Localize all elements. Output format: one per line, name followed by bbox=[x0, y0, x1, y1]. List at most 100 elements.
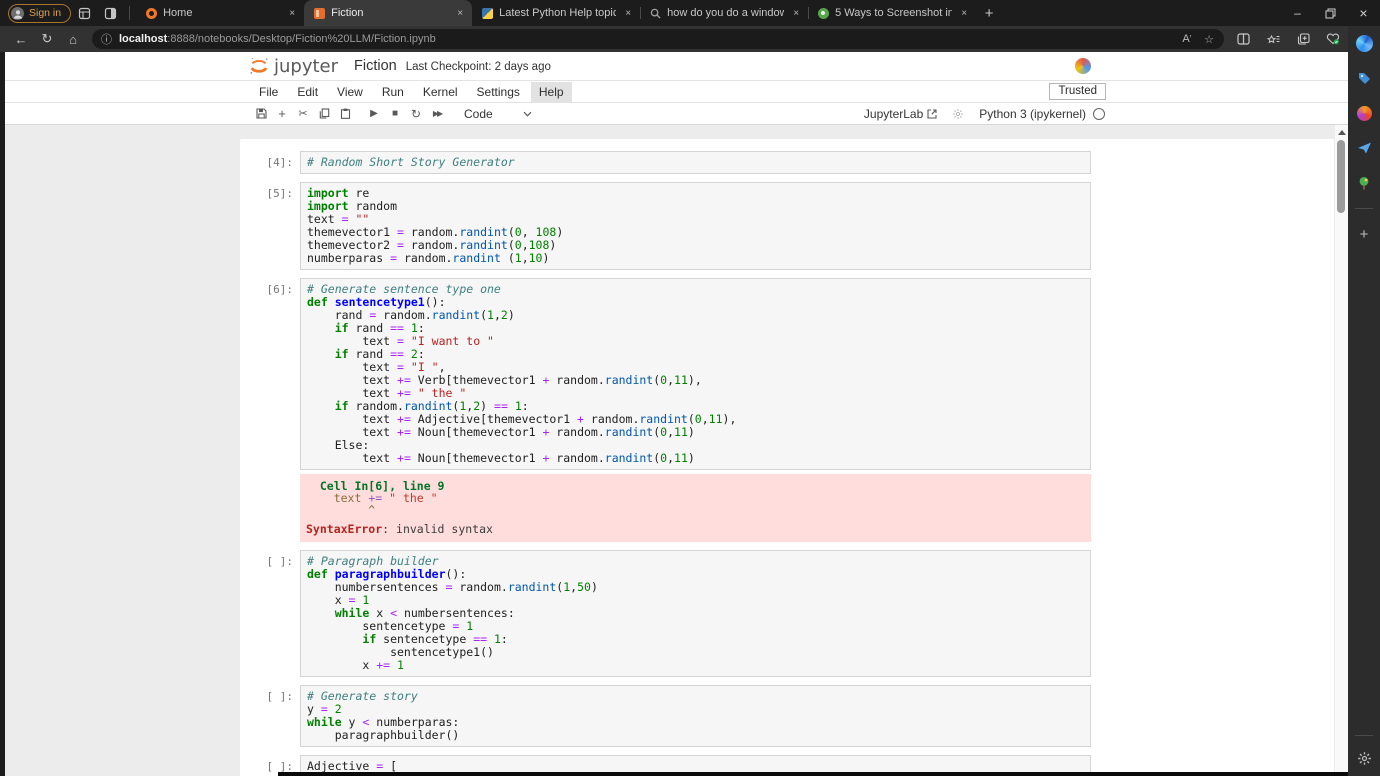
sidebar-divider bbox=[1355, 208, 1373, 209]
url-text[interactable]: localhost:8888/notebooks/Desktop/Fiction… bbox=[119, 33, 1176, 45]
browser-addressbar: ← ↻ ⌂ ⓘ localhost:8888/notebooks/Desktop… bbox=[0, 26, 1380, 52]
workspaces-icon[interactable] bbox=[72, 1, 96, 25]
cell-editor[interactable]: # Generate sentence type one def sentence… bbox=[300, 278, 1091, 470]
tab-label: Fiction bbox=[331, 7, 364, 19]
menu-help[interactable]: Help bbox=[530, 81, 572, 102]
add-cell-icon[interactable]: + bbox=[275, 106, 289, 122]
read-aloud-icon[interactable]: A bbox=[1176, 30, 1198, 48]
games-icon[interactable] bbox=[1354, 103, 1374, 123]
restart-run-all-icon[interactable]: ▶▶ bbox=[430, 106, 444, 122]
tab-label: Latest Python Help topics - Discu bbox=[499, 7, 617, 19]
tab-close-icon[interactable]: × bbox=[454, 8, 466, 19]
notebook-cell: [6]: # Generate sentence type one def sent… bbox=[240, 278, 1335, 470]
shopping-icon[interactable] bbox=[1354, 68, 1374, 88]
notebook-panel: [4]: # Random Short Story Generator [5]: im… bbox=[240, 139, 1335, 776]
cell-prompt: [ ]: bbox=[266, 690, 294, 703]
tab-app-green-icon bbox=[817, 7, 829, 19]
tab-close-icon[interactable]: × bbox=[790, 8, 802, 19]
code-line: # Random Short Story Generator bbox=[307, 155, 515, 169]
bottom-edge bbox=[278, 772, 1348, 776]
error-output: Cell In[6], line 9 text += " the " ^ Syn… bbox=[300, 474, 1091, 542]
code-line: text += Noun[themevector1 + random.randi… bbox=[307, 425, 695, 439]
jupyterlab-link[interactable]: JupyterLab bbox=[864, 107, 937, 121]
tab-how-do-you-do-a-windows-scre[interactable]: how do you do a windows screen × bbox=[640, 0, 808, 26]
favorites-bar-icon[interactable] bbox=[1260, 28, 1286, 50]
jupyter-page: jupyter Fiction Last Checkpoint: 2 days … bbox=[5, 52, 1348, 776]
code-line: paragraphbuilder() bbox=[307, 728, 460, 742]
trusted-button[interactable]: Trusted bbox=[1049, 83, 1106, 100]
cell-output: Cell In[6], line 9 text += " the " ^ Syn… bbox=[240, 474, 1335, 542]
new-tab-button[interactable]: + bbox=[976, 0, 1002, 26]
edge-sidebar: + bbox=[1348, 26, 1380, 776]
back-icon[interactable]: ← bbox=[8, 28, 34, 50]
favorite-star-icon[interactable]: ☆ bbox=[1198, 30, 1220, 48]
close-window-button[interactable]: × bbox=[1347, 0, 1380, 26]
chevron-down-icon[interactable] bbox=[523, 111, 532, 117]
tab-home[interactable]: Home × bbox=[136, 0, 304, 26]
tab-fiction[interactable]: Fiction × bbox=[304, 0, 473, 26]
jupyter-menubar: File Edit View Run Kernel Settings Help Trusted bbox=[5, 81, 1348, 103]
titlebar-divider bbox=[129, 6, 131, 20]
add-icon[interactable]: + bbox=[1354, 224, 1374, 244]
scroll-up-icon[interactable] bbox=[1338, 130, 1346, 135]
screen: Sign in Home × Fiction × Latest Python Help … bbox=[0, 0, 1380, 776]
menu-view[interactable]: View bbox=[329, 82, 371, 102]
browser-essentials-icon[interactable] bbox=[1320, 28, 1346, 50]
notebook-cell: [ ]: # Paragraph builder def paragraphbuil… bbox=[240, 550, 1335, 677]
tab-close-icon[interactable]: × bbox=[622, 8, 634, 19]
menu-edit[interactable]: Edit bbox=[289, 82, 326, 102]
menu-settings[interactable]: Settings bbox=[469, 82, 528, 102]
jupyterlab-label: JupyterLab bbox=[863, 106, 924, 121]
cell-editor[interactable]: # Random Short Story Generator bbox=[300, 151, 1091, 174]
menu-run[interactable]: Run bbox=[374, 82, 412, 102]
tab-close-icon[interactable]: × bbox=[958, 8, 970, 19]
tab-label: Home bbox=[163, 7, 193, 19]
restart-icon[interactable]: ↻ bbox=[409, 106, 423, 122]
tab-5-ways-to-screenshot-in-wind[interactable]: 5 Ways to Screenshot in Window × bbox=[808, 0, 976, 26]
stop-icon[interactable]: ■ bbox=[388, 106, 402, 122]
sidebar-settings-icon[interactable] bbox=[1354, 748, 1374, 768]
paste-icon[interactable] bbox=[338, 106, 352, 122]
url-bar[interactable]: ⓘ localhost:8888/notebooks/Desktop/Ficti… bbox=[92, 29, 1224, 49]
menu-file[interactable]: File bbox=[251, 82, 286, 102]
code-line: SyntaxError: invalid syntax bbox=[306, 522, 493, 536]
home-icon[interactable]: ⌂ bbox=[60, 28, 86, 50]
copy-icon[interactable] bbox=[317, 106, 331, 122]
site-info-icon[interactable]: ⓘ bbox=[101, 31, 112, 47]
notebook-cells: [4]: # Random Short Story Generator [5]: im… bbox=[240, 139, 1335, 776]
tab-notebook-icon bbox=[313, 7, 325, 19]
jupyter-brand: jupyter bbox=[274, 55, 339, 77]
tree-icon[interactable] bbox=[1354, 173, 1374, 193]
tab-strip: Home×Fiction×Latest Python Help topics -… bbox=[136, 0, 976, 26]
url-host: localhost bbox=[119, 33, 168, 45]
maximize-button[interactable] bbox=[1314, 0, 1347, 26]
tab-close-icon[interactable]: × bbox=[286, 8, 298, 19]
cell-editor[interactable]: import re import random text = "" themevect… bbox=[300, 182, 1091, 270]
tab-actions-icon[interactable] bbox=[98, 1, 122, 25]
tab-latest-python-help-topics-di[interactable]: Latest Python Help topics - Discu × bbox=[472, 0, 640, 26]
kernel-selector[interactable]: Python 3 (ipykernel) bbox=[979, 107, 1105, 121]
save-icon[interactable] bbox=[254, 106, 268, 122]
minimize-button[interactable]: – bbox=[1281, 0, 1314, 26]
scrollbar-thumb[interactable] bbox=[1337, 140, 1345, 213]
extension-badge-icon[interactable] bbox=[1075, 58, 1091, 74]
code-line: text += " the " bbox=[306, 491, 438, 505]
cell-prompt: [ ]: bbox=[266, 555, 294, 568]
menu-kernel[interactable]: Kernel bbox=[415, 82, 466, 102]
collections-icon[interactable] bbox=[1290, 28, 1316, 50]
cell-editor[interactable]: # Paragraph builder def paragraphbuilder(… bbox=[300, 550, 1091, 677]
sign-in-button[interactable]: Sign in bbox=[8, 3, 72, 23]
jupyter-logo[interactable]: jupyter bbox=[248, 55, 338, 77]
split-screen-icon[interactable] bbox=[1230, 28, 1256, 50]
copilot-icon[interactable] bbox=[1354, 33, 1374, 53]
cell-editor[interactable]: # Generate story y = 2 while y < numberpar… bbox=[300, 685, 1091, 747]
cell-type-select[interactable]: Code bbox=[464, 107, 493, 121]
external-link-icon bbox=[927, 108, 937, 119]
cut-icon[interactable]: ✂ bbox=[296, 106, 310, 122]
page-scrollbar[interactable] bbox=[1334, 125, 1348, 776]
notebook-title[interactable]: Fiction bbox=[354, 58, 397, 74]
run-icon[interactable]: ▶ bbox=[367, 106, 381, 122]
refresh-icon[interactable]: ↻ bbox=[34, 28, 60, 50]
drop-icon[interactable] bbox=[1354, 138, 1374, 158]
notification-gear-icon[interactable] bbox=[952, 108, 964, 120]
